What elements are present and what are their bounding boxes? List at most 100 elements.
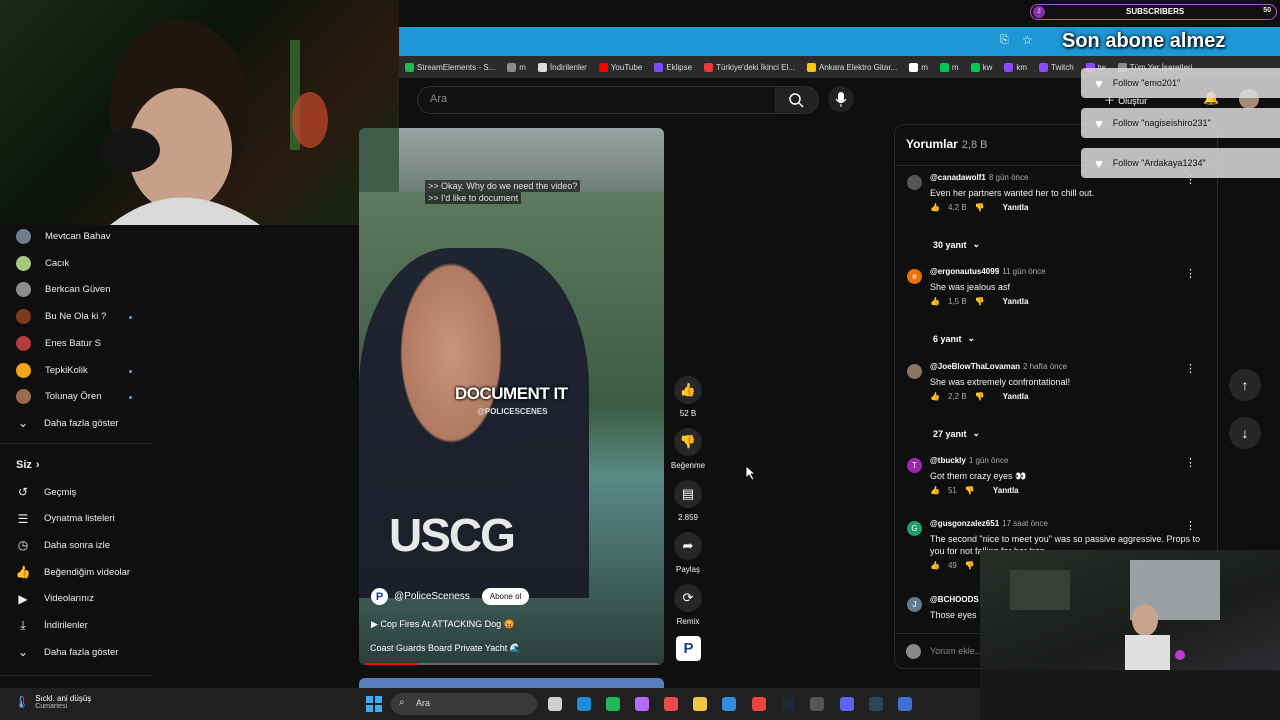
thumbs-down-icon[interactable]: 👎 xyxy=(975,203,985,212)
bookmark-item[interactable]: StreamElements - S... xyxy=(399,62,501,72)
bookmark-item[interactable]: kw xyxy=(965,62,999,72)
thumbs-up-icon[interactable]: 👍 xyxy=(930,392,940,401)
sidebar-subscription-item[interactable]: Tolunay Ören xyxy=(16,389,102,405)
commenter-avatar[interactable]: J xyxy=(907,597,922,612)
thumbs-down-icon[interactable]: 👎 xyxy=(975,297,985,306)
previous-video-button[interactable]: ↑ xyxy=(1229,369,1261,401)
store-icon[interactable] xyxy=(722,697,736,711)
sidebar-item-video[interactable]: ▶ Videolarınız xyxy=(16,592,94,606)
steam-2-icon[interactable] xyxy=(869,697,883,711)
comment-author[interactable]: @ergonautus4099 11 gün önce xyxy=(930,267,1046,276)
reply-button[interactable]: Yanıtla xyxy=(993,486,1019,495)
replies-count: 27 yanıt xyxy=(933,428,967,439)
taskbar-search[interactable]: ⌕ Ara xyxy=(391,693,537,715)
next-video-preview[interactable] xyxy=(359,678,664,688)
thumbs-down-icon[interactable]: 👎 xyxy=(965,561,975,570)
weather-widget[interactable]: 🌡 Sıckl. ani düşüş Cumartesi xyxy=(14,694,91,710)
sidebar-subscription-item[interactable]: Cacık xyxy=(16,255,69,271)
search-button[interactable] xyxy=(775,86,819,114)
sidebar-item-clock[interactable]: ◷ Daha sonra izle xyxy=(16,538,110,552)
task-view-icon[interactable] xyxy=(548,697,562,711)
thumbs-up-icon[interactable]: 👍 xyxy=(930,486,940,495)
video-progress-fill xyxy=(365,663,418,665)
more-options-icon[interactable]: ⋮ xyxy=(1185,362,1196,375)
subscribers-goal-label: SUBSCRIBERS xyxy=(1126,7,1185,16)
view-replies-button[interactable]: 27 yanıt ⌄ xyxy=(933,428,980,439)
shorts-video-player[interactable]: USCG >> Okay. Why do we need the video? … xyxy=(359,128,664,665)
voice-search-button[interactable] xyxy=(828,86,854,112)
comments-button[interactable]: ▤ 2.859 xyxy=(674,480,702,522)
bookmark-item[interactable]: Twitch xyxy=(1033,62,1080,72)
comment-author[interactable]: @JoeBlowThaLovaman 2 hafta önce xyxy=(930,362,1067,371)
bookmark-item[interactable]: Eklipse xyxy=(648,62,698,72)
bookmark-item[interactable]: m xyxy=(903,62,934,72)
sidebar-subscription-item[interactable]: TepkiKolik xyxy=(16,362,88,378)
sidebar-item-download[interactable]: ⤓ İndirilenler xyxy=(16,618,87,633)
commenter-avatar[interactable]: T xyxy=(907,458,922,473)
windows-start-icon[interactable] xyxy=(366,696,382,717)
sidebar-subscription-item[interactable]: Enes Batur S xyxy=(16,335,101,351)
video-progress-bar[interactable] xyxy=(365,663,658,665)
bookmark-item[interactable]: m xyxy=(934,62,965,72)
thumbs-up-icon[interactable]: 👍 xyxy=(930,561,940,570)
install-icon[interactable]: ⎘ xyxy=(1000,34,1009,47)
reply-button[interactable]: Yanıtla xyxy=(1003,203,1029,212)
dislike-button[interactable]: 👎 Beğenme xyxy=(671,428,705,470)
channel-logo-button[interactable]: P xyxy=(676,636,701,661)
you-section-header[interactable]: Siz › xyxy=(16,459,40,471)
search-input[interactable]: Ara xyxy=(417,86,777,114)
snipping-tool-icon[interactable] xyxy=(664,697,678,711)
view-replies-button[interactable]: 30 yanıt ⌄ xyxy=(933,239,980,250)
sidebar-item-playlist[interactable]: ☰ Oynatma listeleri xyxy=(16,512,115,526)
subscribe-button[interactable]: Abone ol xyxy=(481,588,530,605)
chrome-icon[interactable] xyxy=(752,697,766,711)
settings-icon[interactable] xyxy=(898,697,912,711)
thumbs-down-icon[interactable]: 👎 xyxy=(975,392,985,401)
bookmark-item[interactable]: m xyxy=(501,62,532,72)
steam-icon[interactable] xyxy=(781,697,795,711)
bookmark-item[interactable]: km xyxy=(998,62,1033,72)
video-title[interactable]: ▶ Cop Fires At ATTACKING Dog 😡 xyxy=(371,619,515,630)
channel-name[interactable]: @PoliceSceness xyxy=(394,591,470,602)
reply-button[interactable]: Yanıtla xyxy=(1003,392,1029,401)
commenter-avatar[interactable] xyxy=(907,175,922,190)
bookmark-star-icon[interactable]: ☆ xyxy=(1022,33,1033,47)
more-options-icon[interactable]: ⋮ xyxy=(1185,267,1196,280)
sidebar-subscription-item[interactable]: Bu Ne Ola ki ? xyxy=(16,309,106,325)
thumbs-down-icon[interactable]: 👎 xyxy=(965,486,975,495)
more-options-icon[interactable]: ⋮ xyxy=(1185,519,1196,532)
comment-author[interactable]: @BCHOODS xyxy=(930,595,982,604)
sidebar-subscription-item[interactable]: Mevtcan Bahav xyxy=(16,229,110,244)
bookmark-item[interactable]: YouTube xyxy=(593,62,648,72)
bookmark-item[interactable]: İndirilenler xyxy=(532,62,593,72)
sidebar-subscription-item[interactable]: Berkcan Güven xyxy=(16,282,110,298)
channel-avatar[interactable]: P xyxy=(371,588,388,605)
next-video-button[interactable]: ↓ xyxy=(1229,417,1261,449)
copilot-icon[interactable] xyxy=(635,697,649,711)
more-options-icon[interactable]: ⋮ xyxy=(1185,456,1196,469)
bookmark-item[interactable]: Türkiye'deki İkinci El... xyxy=(698,62,801,72)
file-explorer-icon[interactable] xyxy=(693,697,707,711)
bookmark-item[interactable]: Ankara Elektro Gitar... xyxy=(801,62,903,72)
obs-icon[interactable] xyxy=(810,697,824,711)
comment-author[interactable]: @tbuckly 1 gün önce xyxy=(930,456,1008,465)
commenter-avatar[interactable]: G xyxy=(907,521,922,536)
sidebar-item-thumbs-up[interactable]: 👍 Beğendiğim videolar xyxy=(16,565,131,579)
sidebar-item-history[interactable]: ↺ Geçmiş xyxy=(16,485,76,499)
show-more-button[interactable]: ⌄ Daha fazla göster xyxy=(16,645,119,659)
show-more-button[interactable]: ⌄ Daha fazla göster xyxy=(16,416,119,430)
comment-author[interactable]: @canadawolf1 8 gün önce xyxy=(930,173,1028,182)
thumbs-up-icon[interactable]: 👍 xyxy=(930,203,940,212)
reply-button[interactable]: Yanıtla xyxy=(1003,297,1029,306)
commenter-avatar[interactable]: e xyxy=(907,269,922,284)
view-replies-button[interactable]: 6 yanıt ⌄ xyxy=(933,333,975,344)
thumbs-up-icon[interactable]: 👍 xyxy=(930,297,940,306)
share-button[interactable]: ➦ Paylaş xyxy=(674,532,702,574)
edge-icon[interactable] xyxy=(577,697,591,711)
remix-button[interactable]: ⟳ Remix xyxy=(674,584,702,626)
discord-icon[interactable] xyxy=(840,697,854,711)
like-button[interactable]: 👍 52 B xyxy=(674,376,702,418)
comment-author[interactable]: @gusgonzalez651 17 saat önce xyxy=(930,519,1048,528)
spotify-icon[interactable] xyxy=(606,697,620,711)
commenter-avatar[interactable] xyxy=(907,364,922,379)
